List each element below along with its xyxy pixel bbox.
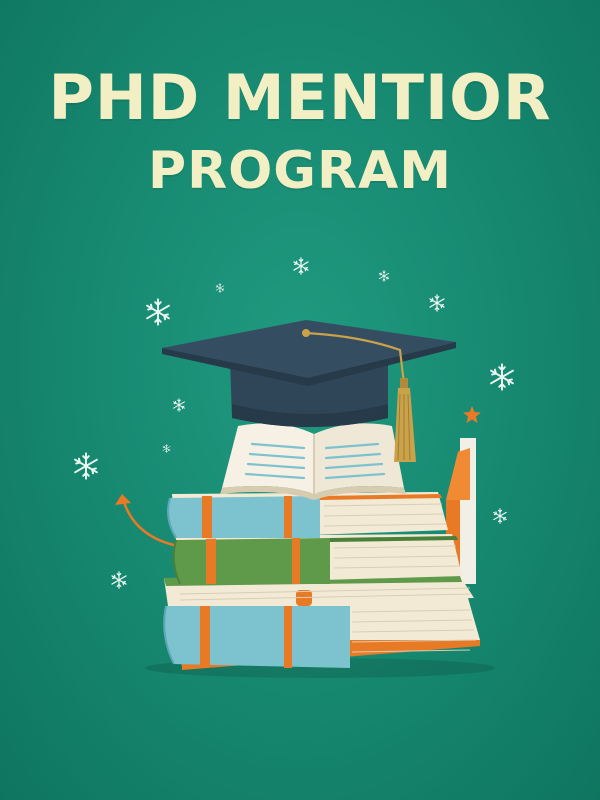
snowflake-icon (74, 452, 98, 480)
snowflake-icon (490, 363, 514, 391)
snowflake-icon (146, 298, 170, 326)
poster: PHD MENTIOR PROGRAM (0, 0, 600, 800)
snowflake-icon (429, 294, 445, 312)
sparkle-icon (162, 444, 171, 453)
sparkle-icon (378, 270, 390, 282)
book-stack-icon (163, 492, 480, 670)
snowflake-icon (493, 508, 507, 524)
sparkle-icon (215, 283, 225, 293)
open-book-icon (220, 423, 406, 500)
book-second (172, 534, 462, 585)
sparkle-icon (173, 398, 185, 412)
book-top (167, 492, 448, 540)
book-bottom (163, 598, 480, 670)
snowflake-icon (111, 571, 127, 589)
star-icon (463, 406, 481, 423)
snowflake-icon (293, 257, 309, 275)
illustration (74, 257, 514, 678)
